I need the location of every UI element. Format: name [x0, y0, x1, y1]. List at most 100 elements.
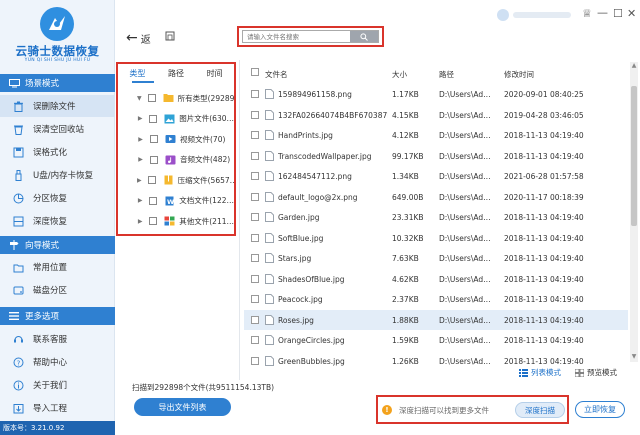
preview-mode-toggle[interactable]: 预览模式	[575, 367, 617, 378]
home-button[interactable]	[165, 31, 175, 43]
table-row[interactable]: 162484547112.png 1.34KB D:\Users\Ad… 2021-0…	[244, 166, 628, 186]
row-checkbox[interactable]	[251, 315, 259, 324]
sidebar-item[interactable]: 误清空回收站	[0, 118, 115, 140]
recover-now-button[interactable]: 立即恢复	[575, 401, 625, 418]
tshirt-icon: ♕	[582, 7, 592, 20]
tree-row[interactable]: ▶ 图片文件(630…	[118, 109, 234, 129]
tree-checkbox[interactable]	[147, 176, 156, 184]
section-title: 向导模式	[25, 241, 60, 251]
column-mtime[interactable]: 修改时间	[504, 69, 534, 80]
list-mode-toggle[interactable]: 列表模式	[519, 367, 561, 378]
table-row[interactable]: default_logo@2x.png 649.00B D:\Users\Ad… 20…	[244, 187, 628, 207]
row-checkbox[interactable]	[251, 274, 259, 283]
scroll-up-icon[interactable]: ▲	[630, 62, 638, 70]
grid-view-icon	[575, 368, 584, 377]
tree-row[interactable]: ▶ 音频文件(482)	[118, 150, 234, 170]
sidebar-item-label: 联系客服	[33, 335, 68, 345]
expand-arrow-icon[interactable]: ▶	[137, 197, 143, 204]
sidebar-item[interactable]: 磁盘分区	[0, 279, 115, 301]
search-input[interactable]	[243, 31, 348, 42]
cell-path: D:\Users\Ad…	[439, 274, 491, 284]
table-row[interactable]: Peacock.jpg 2.37KB D:\Users\Ad… 2018-11-13 …	[244, 289, 628, 309]
tree-row[interactable]: ▶ 其他文件(211…	[118, 211, 234, 231]
sidebar-item-label: 导入工程	[33, 404, 68, 414]
row-checkbox[interactable]	[251, 172, 259, 180]
sidebar-item[interactable]: ? 帮助中心	[0, 351, 115, 373]
tree-checkbox[interactable]	[149, 196, 158, 205]
table-row[interactable]: ShadesOfBlue.jpg 4.62KB D:\Users\Ad… 2018-1…	[244, 269, 628, 289]
tree-checkbox[interactable]	[149, 114, 158, 123]
cell-path: D:\Users\Ad…	[439, 131, 491, 140]
row-checkbox[interactable]	[251, 295, 259, 303]
row-checkbox[interactable]	[251, 131, 259, 139]
tree-row[interactable]: ▼ 所有类型(29289…	[118, 88, 234, 108]
cell-name: TranscodedWallpaper.jpg	[278, 151, 372, 161]
sidebar-item[interactable]: 常用位置	[0, 256, 115, 278]
expand-arrow-icon[interactable]: ▶	[137, 177, 142, 184]
table-row[interactable]: 132FA02664074B4BF670387D… 4.15KB D:\Users\…	[244, 105, 628, 125]
search-button[interactable]	[350, 31, 378, 42]
tree-checkbox[interactable]	[150, 135, 158, 143]
tree-tab[interactable]: 路径	[157, 64, 196, 84]
expand-arrow-icon[interactable]: ▶	[137, 136, 144, 143]
scroll-down-icon[interactable]: ▼	[630, 353, 638, 361]
minimize-button[interactable]: —	[597, 6, 608, 19]
sidebar-item[interactable]: 误格式化	[0, 141, 115, 163]
row-checkbox[interactable]	[251, 336, 259, 344]
tree-checkbox[interactable]	[147, 94, 156, 102]
user-account-area[interactable]	[495, 8, 577, 22]
scrollbar-thumb[interactable]	[631, 86, 637, 226]
select-all-checkbox[interactable]	[251, 68, 259, 78]
sidebar-item[interactable]: 关于我们	[0, 374, 115, 396]
sidebar-item-label: 帮助中心	[33, 358, 68, 368]
table-row[interactable]: Roses.jpg 1.88KB D:\Users\Ad… 2018-11-13 04…	[244, 309, 628, 330]
table-row[interactable]: Garden.jpg 23.31KB D:\Users\Ad… 2018-11-13 …	[244, 207, 628, 227]
tree-row[interactable]: ▶ 压缩文件(5657…	[118, 170, 234, 190]
table-row[interactable]: GreenBubbles.jpg 1.26KB D:\Users\Ad… 2018-1…	[244, 351, 628, 371]
sidebar-item[interactable]: 联系客服	[0, 328, 115, 350]
cell-name: OrangeCircles.jpg	[278, 336, 345, 345]
back-button[interactable]: ← 返	[126, 30, 151, 46]
sidebar-item[interactable]: 深度恢复	[0, 210, 115, 232]
export-list-button[interactable]: 导出文件列表	[134, 398, 231, 416]
expand-arrow-icon[interactable]: ▶	[137, 218, 143, 225]
maximize-button[interactable]: ☐	[613, 7, 623, 20]
sidebar-item[interactable]: 导入工程	[0, 397, 115, 419]
tree-tab[interactable]: 时间	[195, 64, 234, 84]
row-checkbox[interactable]	[251, 213, 259, 221]
row-checkbox[interactable]	[251, 192, 259, 201]
row-checkbox[interactable]	[251, 356, 259, 365]
tree-checkbox[interactable]	[150, 155, 158, 164]
tree-row[interactable]: ▶ 视频文件(70)	[118, 129, 234, 149]
deep-scan-button[interactable]: 深度扫描	[515, 402, 565, 418]
file-icon	[265, 89, 274, 99]
cell-path: D:\Users\Ad…	[439, 336, 491, 345]
sidebar-item[interactable]: 误删除文件	[0, 95, 115, 117]
tree-checkbox[interactable]	[149, 217, 158, 225]
table-row[interactable]: HandPrints.jpg 4.12KB D:\Users\Ad… 2018-11-…	[244, 125, 628, 145]
menu-icon	[8, 311, 20, 321]
expand-arrow-icon[interactable]: ▶	[137, 115, 143, 122]
row-checkbox[interactable]	[251, 90, 259, 98]
table-row[interactable]: Stars.jpg 7.63KB D:\Users\Ad… 2018-11-13 04…	[244, 248, 628, 268]
close-button[interactable]: ✕	[627, 7, 636, 20]
expand-arrow-icon[interactable]: ▶	[137, 156, 144, 163]
column-filename[interactable]: 文件名	[265, 69, 288, 80]
row-checkbox[interactable]	[251, 110, 259, 119]
table-row[interactable]: OrangeCircles.jpg 1.59KB D:\Users\Ad… 2018-…	[244, 330, 628, 350]
tree-row[interactable]: ▶ W 文档文件(122…	[118, 191, 234, 211]
table-row[interactable]: TranscodedWallpaper.jpg 99.17KB D:\Users\A…	[244, 146, 628, 166]
row-checkbox[interactable]	[251, 254, 259, 262]
tree-row-label: 所有类型(29289…	[177, 93, 234, 103]
column-path[interactable]: 路径	[439, 69, 454, 80]
skin-button[interactable]: ♕	[582, 7, 592, 20]
table-row[interactable]: SoftBlue.jpg 10.32KB D:\Users\Ad… 2018-11-1…	[244, 228, 628, 248]
sidebar-item[interactable]: U盘/内存卡恢复	[0, 164, 115, 186]
row-checkbox[interactable]	[251, 151, 259, 160]
deep-scan-icon	[12, 215, 24, 227]
sidebar-item[interactable]: 分区恢复	[0, 187, 115, 209]
table-row[interactable]: 159894961158.png 1.17KB D:\Users\Ad… 2020-0…	[244, 84, 628, 104]
row-checkbox[interactable]	[251, 233, 259, 242]
column-size[interactable]: 大小	[392, 69, 407, 80]
cell-mtime: 2018-11-13 04:19:40	[504, 233, 584, 243]
